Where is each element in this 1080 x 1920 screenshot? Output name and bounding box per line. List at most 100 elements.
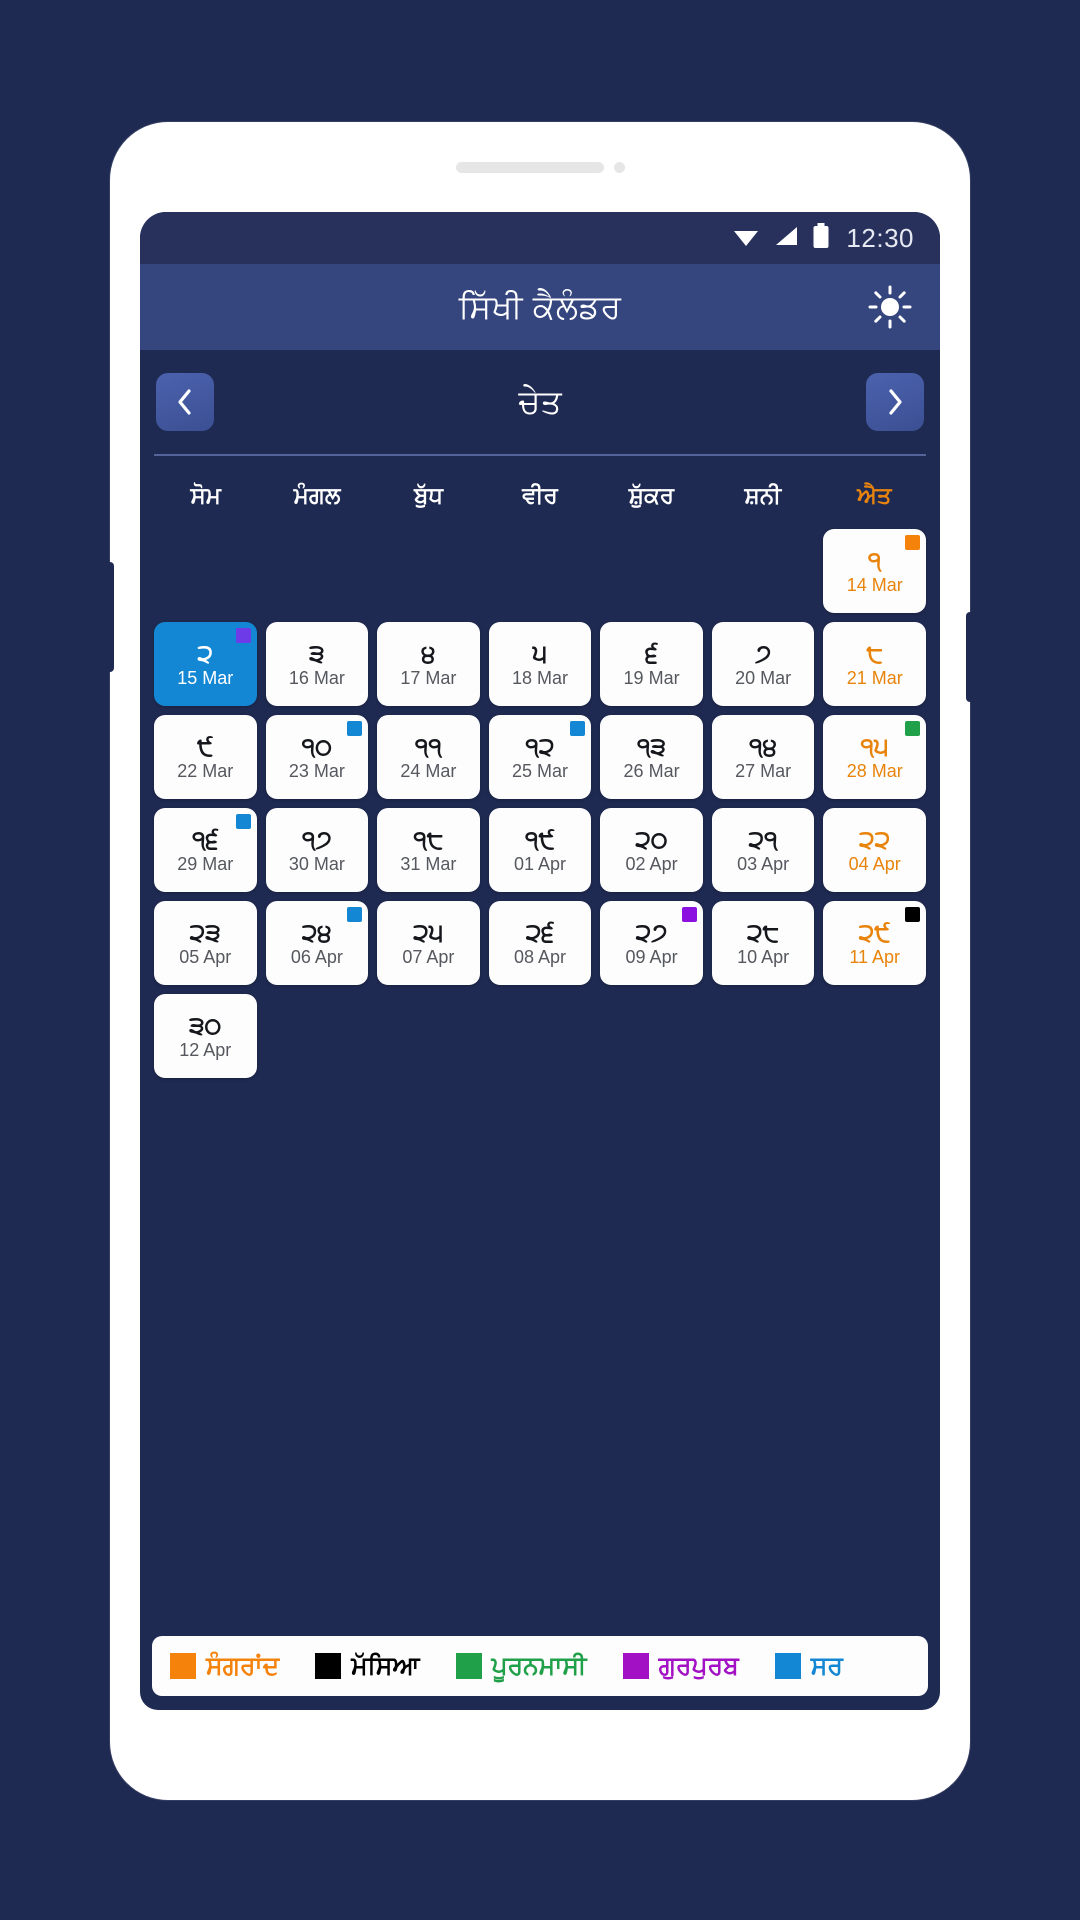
day-number-punjabi: ੧੩ xyxy=(636,732,667,761)
front-camera-dot xyxy=(613,162,625,173)
day-number-punjabi: ੧੧ xyxy=(414,732,442,761)
legend-color-swatch xyxy=(170,1653,196,1679)
weekday-label: ਸ਼ਨੀ xyxy=(744,482,782,508)
day-cell[interactable]: ੨੨ 04 Apr xyxy=(823,808,926,892)
legend-item: ਪੂਰਨਮਾਸੀ xyxy=(455,1651,587,1681)
day-gregorian-date: 31 Mar xyxy=(400,853,457,874)
day-cell[interactable]: ੨੭ 09 Apr xyxy=(600,901,703,985)
day-cell[interactable]: ੨ 15 Mar xyxy=(154,622,257,706)
day-cell[interactable]: ੧੪ 27 Mar xyxy=(711,715,815,799)
day-cell[interactable]: ੧ 14 Mar xyxy=(823,529,926,613)
day-gregorian-date: 10 Apr xyxy=(737,946,790,967)
status-bar-clock: 12:30 xyxy=(846,222,914,253)
day-cell[interactable]: ੮ 21 Mar xyxy=(823,622,926,706)
legend-label: ਗੁਰਪੁਰਬ xyxy=(658,1651,739,1680)
day-gregorian-date: 05 Apr xyxy=(179,946,232,967)
brightness-sun-icon[interactable] xyxy=(862,279,918,335)
legend-label: ਸੰਗਰਾਂਦ xyxy=(206,1651,280,1680)
event-badge xyxy=(235,814,251,829)
next-month-button[interactable] xyxy=(866,373,924,431)
day-number-punjabi: ੧੫ xyxy=(860,732,889,761)
day-cell[interactable]: ੧੭ 30 Mar xyxy=(265,808,369,892)
event-badge xyxy=(904,907,920,922)
weekday-label: ਬੁੱਧ xyxy=(414,482,443,508)
day-cell[interactable]: ੬ 19 Mar xyxy=(600,622,703,706)
day-cell[interactable]: ੧੩ 26 Mar xyxy=(600,715,703,799)
current-month-label: ਚੇਤ xyxy=(518,382,562,420)
day-cell[interactable]: ੧੦ 23 Mar xyxy=(265,715,369,799)
day-cell-placeholder xyxy=(377,529,480,613)
day-cell[interactable]: ੧੫ 28 Mar xyxy=(823,715,926,799)
day-number-punjabi: ੨੭ xyxy=(635,918,668,947)
day-gregorian-date: 04 Apr xyxy=(848,853,901,874)
legend-label: ਮੱਸਿਆ xyxy=(351,1651,420,1680)
day-cell[interactable]: ੨੧ 03 Apr xyxy=(711,808,815,892)
day-cell-placeholder xyxy=(266,529,369,613)
day-cell[interactable]: ੨੫ 07 Apr xyxy=(377,901,480,985)
event-badge xyxy=(904,535,920,550)
calendar-empty-space xyxy=(140,1078,940,1636)
day-gregorian-date: 28 Mar xyxy=(846,760,903,781)
day-number-punjabi: ੨੩ xyxy=(189,918,221,947)
day-gregorian-date: 03 Apr xyxy=(737,853,790,874)
day-number-punjabi: ੨੪ xyxy=(301,918,332,947)
day-cell[interactable]: ੫ 18 Mar xyxy=(488,622,592,706)
day-cell[interactable]: ੨੦ 02 Apr xyxy=(600,808,703,892)
day-cell[interactable]: ੨੩ 05 Apr xyxy=(154,901,257,985)
day-gregorian-date: 17 Mar xyxy=(400,667,457,688)
day-number-punjabi: ੨੬ xyxy=(525,918,555,947)
day-number-punjabi: ੨੮ xyxy=(747,918,780,947)
day-gregorian-date: 26 Mar xyxy=(623,760,680,781)
day-number-punjabi: ੧ xyxy=(867,546,882,575)
legend-label: ਸਰ xyxy=(810,1651,843,1680)
day-gregorian-date: 08 Apr xyxy=(513,946,567,967)
day-number-punjabi: ੨੨ xyxy=(859,825,891,854)
app-bar: ਸਿੱਖੀ ਕੈਲੰਡਰ xyxy=(140,264,940,350)
day-number-punjabi: ੮ xyxy=(866,639,883,668)
day-cell[interactable]: ੧੧ 24 Mar xyxy=(377,715,480,799)
day-gregorian-date: 24 Mar xyxy=(400,760,457,781)
day-number-punjabi: ੨ xyxy=(197,639,214,668)
day-cell[interactable]: ੩ 16 Mar xyxy=(265,622,369,706)
day-gregorian-date: 16 Mar xyxy=(288,667,345,688)
weekday-label: ਸ਼ੁੱਕਰ xyxy=(628,482,675,508)
legend-color-swatch xyxy=(622,1653,649,1679)
day-gregorian-date: 02 Apr xyxy=(625,853,678,874)
legend-item: ਸੰਗਰਾਂਦ xyxy=(170,1652,279,1681)
day-gregorian-date: 12 Apr xyxy=(179,1039,232,1060)
event-badge xyxy=(347,907,363,922)
legend-label: ਪੂਰਨਮਾਸੀ xyxy=(491,1651,587,1680)
day-number-punjabi: ੩ xyxy=(309,639,325,668)
day-cell-placeholder xyxy=(712,529,815,613)
volume-button[interactable] xyxy=(104,562,114,672)
day-number-punjabi: ੧੯ xyxy=(525,825,555,854)
day-cell[interactable]: ੧੮ 31 Mar xyxy=(377,808,480,892)
day-cell[interactable]: ੨੪ 06 Apr xyxy=(265,901,369,985)
day-gregorian-date: 21 Mar xyxy=(846,667,903,688)
page-backdrop: 12:30 ਸਿੱਖੀ ਕੈਲੰਡਰ ਚੇਤ ਸੋਮ ਮੰਗਲ ਬੁੱਧ ਵੀਰ… xyxy=(0,0,1080,1920)
day-cell[interactable]: ੭ 20 Mar xyxy=(711,622,815,706)
day-gregorian-date: 06 Apr xyxy=(290,946,343,967)
day-number-punjabi: ੨੦ xyxy=(635,825,668,854)
legend-item: ਗੁਰਪੁਰਬ xyxy=(622,1651,739,1681)
day-cell[interactable]: ੧੬ 29 Mar xyxy=(154,808,257,892)
battery-icon xyxy=(812,222,830,254)
day-cell[interactable]: ੪ 17 Mar xyxy=(377,622,480,706)
day-cell[interactable]: ੨੬ 08 Apr xyxy=(488,901,592,985)
legend-color-swatch xyxy=(315,1653,342,1679)
day-cell[interactable]: ੧੨ 25 Mar xyxy=(488,715,592,799)
day-cell[interactable]: ੧੯ 01 Apr xyxy=(488,808,592,892)
day-cell[interactable]: ੨੯ 11 Apr xyxy=(823,901,926,985)
day-number-punjabi: ੫ xyxy=(532,639,548,668)
day-gregorian-date: 15 Mar xyxy=(177,667,234,688)
day-number-punjabi: ੧੮ xyxy=(413,825,444,854)
power-button[interactable] xyxy=(966,612,976,702)
signal-icon xyxy=(773,224,799,253)
day-cell[interactable]: ੩੦ 12 Apr xyxy=(154,994,257,1078)
day-number-punjabi: ੨੧ xyxy=(748,825,778,854)
previous-month-button[interactable] xyxy=(156,373,214,431)
day-cell[interactable]: ੨੮ 10 Apr xyxy=(711,901,815,985)
event-badge xyxy=(347,721,363,736)
day-cell[interactable]: ੯ 22 Mar xyxy=(154,715,257,799)
weekday-header-row: ਸੋਮ ਮੰਗਲ ਬੁੱਧ ਵੀਰ ਸ਼ੁੱਕਰ ਸ਼ਨੀ ਐਤ xyxy=(140,456,940,529)
